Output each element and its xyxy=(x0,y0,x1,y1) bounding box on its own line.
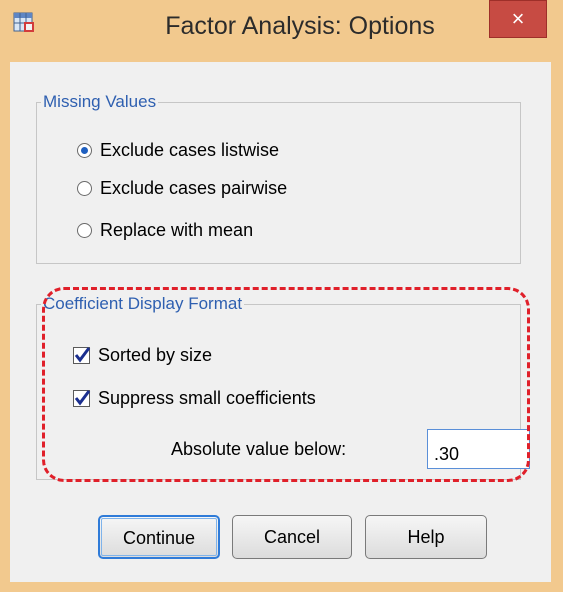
radio-label: Replace with mean xyxy=(100,219,254,240)
cancel-button[interactable]: Cancel xyxy=(232,515,352,559)
missing-values-legend: Missing Values xyxy=(43,92,157,111)
title-bar[interactable]: Factor Analysis: Options × xyxy=(0,0,563,62)
checkbox-checked[interactable] xyxy=(73,346,91,364)
radio-button[interactable] xyxy=(77,222,92,238)
dialog-title: Factor Analysis: Options xyxy=(165,12,435,40)
checkbox-suppress-small[interactable]: Suppress small coefficients xyxy=(73,385,316,411)
dialog-window: Factor Analysis: Options × Missing Value… xyxy=(0,0,563,592)
help-button[interactable]: Help xyxy=(365,515,487,559)
radio-label: Exclude cases pairwise xyxy=(100,177,288,198)
checkbox-label: Suppress small coefficients xyxy=(98,387,316,408)
checkbox-checked[interactable] xyxy=(73,389,91,407)
continue-button[interactable]: Continue xyxy=(98,515,220,559)
radio-replace-with-mean[interactable]: Replace with mean xyxy=(77,217,253,243)
coefficient-display-legend: Coefficient Display Format xyxy=(43,294,243,313)
absolute-value-input[interactable] xyxy=(427,429,530,469)
close-icon: × xyxy=(511,6,525,31)
checkmark-icon xyxy=(74,389,91,405)
radio-label: Exclude cases listwise xyxy=(100,139,280,160)
spss-table-icon[interactable] xyxy=(12,10,36,34)
close-button[interactable]: × xyxy=(489,0,547,38)
radio-button[interactable] xyxy=(77,180,92,196)
checkbox-sorted-by-size[interactable]: Sorted by size xyxy=(73,342,212,368)
radio-button-selected[interactable] xyxy=(77,142,92,158)
checkbox-label: Sorted by size xyxy=(98,344,213,365)
checkmark-icon xyxy=(74,346,91,362)
dialog-client-area: Missing Values Exclude cases listwise Ex… xyxy=(10,62,551,582)
radio-exclude-listwise[interactable]: Exclude cases listwise xyxy=(77,137,279,163)
radio-exclude-pairwise[interactable]: Exclude cases pairwise xyxy=(77,175,287,201)
absolute-value-label: Absolute value below: xyxy=(171,439,347,459)
